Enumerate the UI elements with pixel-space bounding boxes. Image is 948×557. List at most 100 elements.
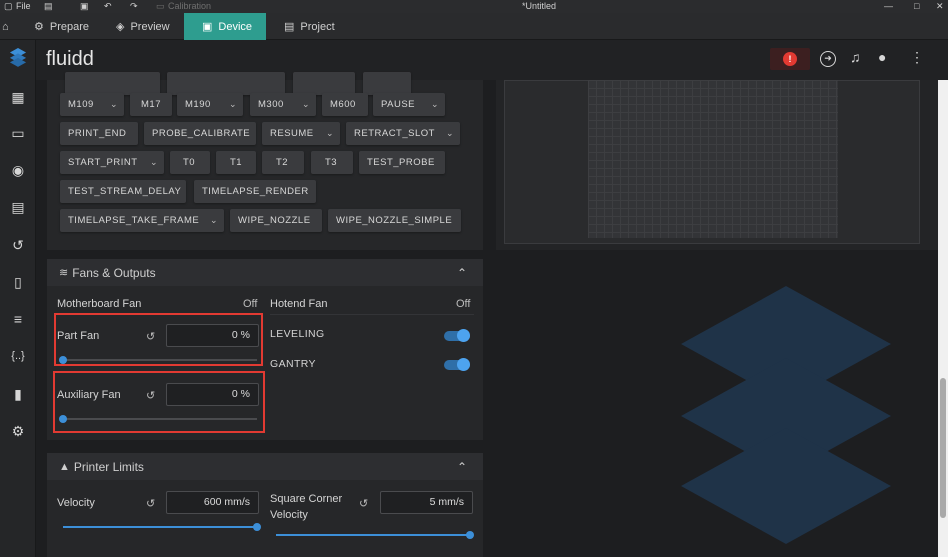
macro-pause[interactable]: PAUSE ⌄: [373, 93, 445, 116]
reset-icon[interactable]: ↺: [146, 497, 158, 510]
printer-limits-header[interactable]: ▲ Printer Limits ⌃: [47, 453, 483, 480]
camera-icon[interactable]: ◉: [9, 161, 27, 179]
gantry-toggle-knob[interactable]: [457, 358, 470, 371]
fluidd-logo-icon[interactable]: [9, 48, 27, 67]
macro-button[interactable]: [363, 72, 411, 95]
file-menu[interactable]: File: [16, 1, 31, 11]
chevron-down-icon[interactable]: ⌄: [150, 157, 160, 168]
file-icon[interactable]: ▯: [9, 273, 27, 291]
macro-m190[interactable]: M190 ⌄: [177, 93, 243, 116]
save-icon[interactable]: ▣: [80, 1, 89, 12]
reset-icon[interactable]: ↺: [359, 497, 371, 510]
macro-t2[interactable]: T2: [262, 151, 304, 174]
macro-t3[interactable]: T3: [311, 151, 353, 174]
gear-icon: ⚙: [34, 21, 44, 33]
macro-wipe-nozzle-simple[interactable]: WIPE_NOZZLE_SIMPLE: [328, 209, 461, 232]
document-icon[interactable]: ▤: [44, 1, 53, 12]
macro-timelapse-take-frame[interactable]: TIMELAPSE_TAKE_FRAME ⌄: [60, 209, 224, 232]
macro-test-probe[interactable]: TEST_PROBE: [359, 151, 445, 174]
macro-m109[interactable]: M109 ⌄: [60, 93, 124, 116]
chevron-down-icon[interactable]: ⌄: [210, 215, 220, 226]
bell-icon[interactable]: ♫: [850, 49, 861, 65]
macro-button[interactable]: [65, 72, 160, 95]
tab-preview[interactable]: ◈ Preview: [106, 13, 186, 40]
macro-test-stream-delay[interactable]: TEST_STREAM_DELAY: [60, 180, 186, 203]
square-corner-slider-handle[interactable]: [466, 531, 474, 539]
macro-resume[interactable]: RESUME ⌄: [262, 122, 340, 145]
macro-button[interactable]: [167, 72, 285, 95]
minimize-button[interactable]: —: [884, 1, 893, 11]
maximize-button[interactable]: □: [914, 1, 919, 11]
macros-card: M109 ⌄ M17 M190 ⌄ M300 ⌄ M600 PAUSE ⌄ PRINT_…: [47, 72, 483, 250]
macro-button[interactable]: [293, 72, 355, 95]
emergency-stop-button[interactable]: !: [770, 48, 810, 70]
redo-icon[interactable]: ↷: [130, 1, 138, 12]
close-button[interactable]: ✕: [936, 1, 944, 12]
document-title: *Untitled: [522, 1, 557, 11]
bed-grid[interactable]: [588, 80, 838, 238]
chevron-up-icon[interactable]: ⌃: [457, 266, 467, 280]
chevron-down-icon[interactable]: ⌄: [229, 99, 239, 110]
tab-label: Device: [218, 20, 253, 33]
console-icon[interactable]: ▭: [9, 124, 27, 142]
dashboard-icon[interactable]: ▦: [9, 88, 27, 106]
chevron-down-icon[interactable]: ⌄: [302, 99, 312, 110]
leveling-toggle-knob[interactable]: [457, 329, 470, 342]
fans-outputs-title: Fans & Outputs: [72, 265, 156, 280]
macro-m300[interactable]: M300 ⌄: [250, 93, 316, 116]
chevron-down-icon[interactable]: ⌄: [110, 99, 120, 110]
brand-title: fluidd: [46, 48, 94, 70]
title-bar: ▢ File ▤ ▣ ↶ ↷ ▭ Calibration *Untitled —…: [0, 0, 948, 13]
fans-outputs-header[interactable]: ≋ Fans & Outputs ⌃: [47, 259, 483, 286]
scrollbar-thumb[interactable]: [940, 378, 946, 518]
square-corner-slider-fill: [276, 534, 470, 536]
macro-print-end[interactable]: PRINT_END: [60, 122, 138, 145]
sidebar: ▦ ▭ ◉ ▤ ↺ ▯ ≡ {..} ▮ ⚙: [0, 40, 36, 557]
leveling-label: LEVELING: [270, 328, 325, 340]
config-icon[interactable]: {..}: [9, 347, 27, 365]
tab-device[interactable]: ▣ Device: [184, 13, 266, 40]
macro-timelapse-render[interactable]: TIMELAPSE_RENDER: [194, 180, 316, 203]
printer-status-icon[interactable]: ➜: [820, 51, 836, 67]
logo-layers: [9, 48, 27, 67]
calibration-icon[interactable]: ▭: [156, 1, 165, 12]
tab-prepare[interactable]: ⚙ Prepare: [24, 13, 110, 40]
macro-t1[interactable]: T1: [216, 151, 256, 174]
home-icon: ⌂: [2, 20, 9, 33]
square-corner-label: Square Corner: [270, 493, 343, 505]
hotend-fan-value: Off: [456, 298, 471, 310]
printer-limits-card: Velocity ↺ 600 mm/s Square Corner Veloci…: [47, 480, 483, 557]
undo-icon[interactable]: ↶: [104, 1, 112, 12]
macro-start-print[interactable]: START_PRINT ⌄: [60, 151, 164, 174]
chevron-down-icon[interactable]: ⌄: [431, 99, 441, 110]
project-icon: ▤: [284, 21, 295, 33]
macro-t0[interactable]: T0: [170, 151, 210, 174]
macro-probe-calibrate[interactable]: PROBE_CALIBRATE: [144, 122, 256, 145]
tab-project[interactable]: ▤ Project: [274, 13, 354, 40]
macro-wipe-nozzle[interactable]: WIPE_NOZZLE: [230, 209, 322, 232]
chevron-up-icon[interactable]: ⌃: [457, 460, 467, 474]
macro-retract-slot[interactable]: RETRACT_SLOT ⌄: [346, 122, 460, 145]
history-icon[interactable]: ↺: [9, 236, 27, 254]
chevron-down-icon[interactable]: ⌄: [446, 128, 456, 139]
jobs-icon[interactable]: ▤: [9, 198, 27, 216]
calibration-menu[interactable]: Calibration: [168, 1, 211, 11]
system-icon[interactable]: ▮: [9, 385, 27, 403]
settings-icon[interactable]: ⚙: [9, 422, 27, 440]
velocity-slider-handle[interactable]: [253, 523, 261, 531]
tune-icon[interactable]: ≡: [9, 310, 27, 328]
macro-m17[interactable]: M17: [130, 93, 172, 116]
macro-m600[interactable]: M600: [322, 93, 368, 116]
highlight-box: [53, 371, 265, 433]
gauge-icon: ▲: [59, 460, 70, 473]
fan-icon: ≋: [59, 267, 69, 279]
chevron-down-icon[interactable]: ⌄: [326, 128, 336, 139]
user-icon[interactable]: ●: [878, 49, 886, 65]
square-corner-velocity-input[interactable]: 5 mm/s: [380, 491, 473, 514]
file-icon[interactable]: ▢: [4, 1, 13, 12]
bed-mesh-card: [496, 80, 948, 250]
tab-bar: ⌂ ⚙ Prepare ◈ Preview ▣ Device ▤ Project: [0, 13, 948, 40]
more-menu-icon[interactable]: ⋮: [910, 49, 924, 66]
velocity-input[interactable]: 600 mm/s: [166, 491, 259, 514]
tab-label: Prepare: [49, 20, 90, 33]
